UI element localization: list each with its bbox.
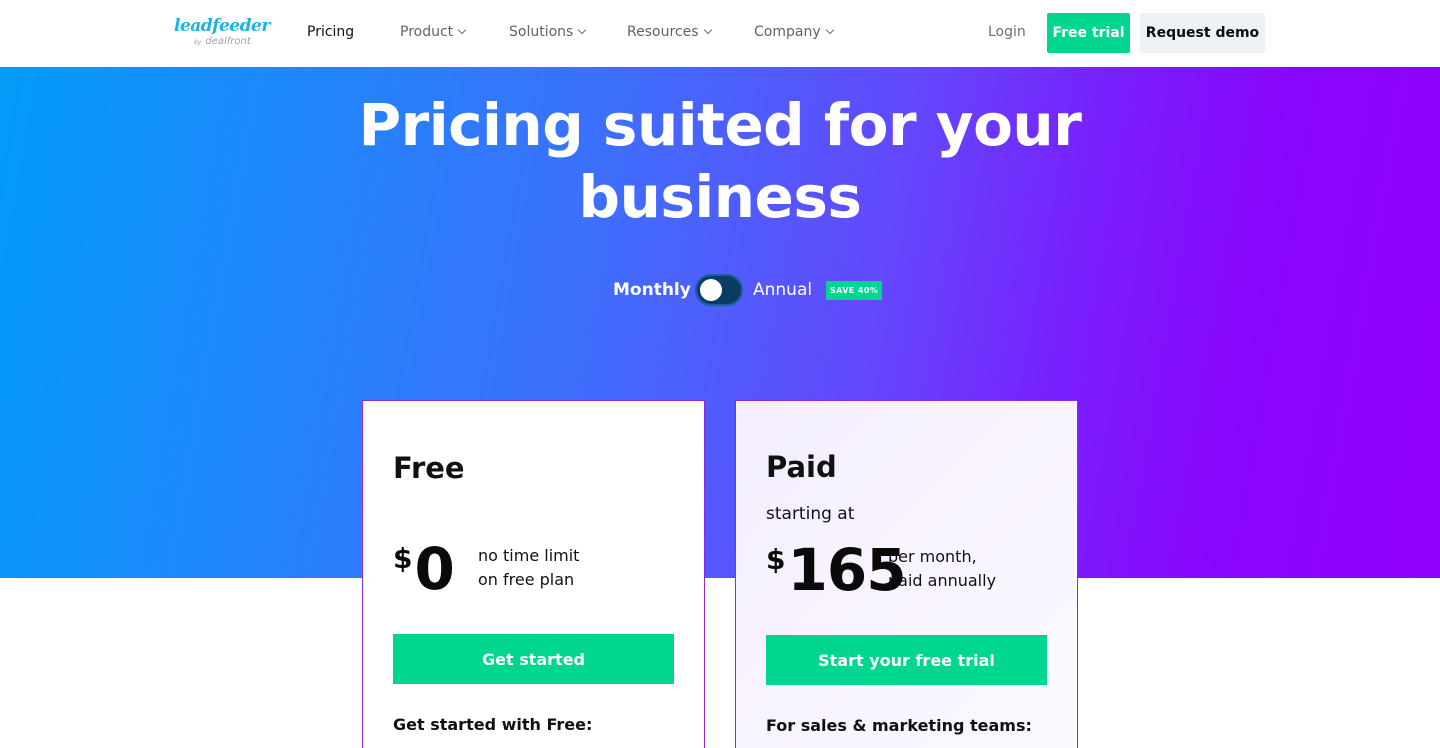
logo-wordmark: leadfeeder (174, 16, 270, 36)
nav-product[interactable]: Product (400, 24, 467, 40)
chevron-down-icon (703, 25, 712, 35)
starting-at-label: starting at (766, 504, 855, 524)
nav-pricing-label: Pricing (307, 24, 355, 40)
leadfeeder-logo[interactable]: leadfeeder by dealfront (174, 16, 276, 50)
login-link[interactable]: Login (988, 24, 1026, 40)
features-heading: Get started with Free: (393, 715, 593, 734)
page-title-line-2: business (578, 163, 862, 231)
site-header: leadfeeder by dealfront Pricing Product S… (0, 0, 1440, 67)
price-currency: $ (766, 543, 786, 576)
get-started-button[interactable]: Get started (393, 634, 674, 684)
nav-resources[interactable]: Resources (627, 24, 712, 40)
monthly-label[interactable]: Monthly (613, 280, 691, 300)
billing-period-toggle[interactable] (695, 274, 743, 306)
nav-company[interactable]: Company (754, 24, 834, 40)
toggle-knob (700, 279, 722, 301)
chevron-down-icon (457, 25, 467, 35)
nav-pricing[interactable]: Pricing (307, 24, 354, 40)
price-note-line-2: on free plan (478, 570, 575, 589)
features-heading: For sales & marketing teams: (766, 716, 1032, 735)
nav-solutions[interactable]: Solutions (509, 24, 587, 40)
billing-toggle-row: Monthly Annual SAVE 40% (613, 274, 893, 306)
chevron-down-icon (578, 25, 587, 35)
page-title-line-1: Pricing suited for your (358, 91, 1082, 159)
save-badge: SAVE 40% (826, 281, 883, 300)
pricing-hero: Pricing suited for your business Monthly… (0, 67, 1440, 578)
start-free-trial-button[interactable]: Start your free trial (766, 635, 1047, 685)
price-note: no time limit on free plan (478, 544, 579, 592)
plan-price: $ 165 (766, 541, 907, 599)
page-title: Pricing suited for your business (0, 89, 1440, 233)
logo-subtitle: by dealfront (194, 36, 251, 47)
nav-resources-label: Resources (627, 24, 699, 40)
logo-dealfront: dealfront (205, 36, 251, 47)
plan-name: Free (393, 451, 465, 485)
plan-name: Paid (766, 450, 837, 484)
price-note-line-2: paid annually (888, 571, 997, 590)
chevron-down-icon (825, 25, 834, 35)
nav-solutions-label: Solutions (509, 24, 574, 40)
nav-company-label: Company (754, 24, 821, 40)
plan-price: $ 0 (393, 535, 455, 603)
price-amount: 0 (414, 535, 454, 603)
price-note: per month, paid annually (888, 545, 996, 593)
free-trial-button[interactable]: Free trial (1047, 13, 1130, 53)
price-currency: $ (393, 542, 413, 575)
price-note-line-1: per month, (888, 547, 977, 566)
nav-product-label: Product (400, 24, 454, 40)
plan-card-free: Free $ 0 no time limit on free plan Get … (362, 400, 705, 748)
price-note-line-1: no time limit (478, 546, 580, 565)
request-demo-button[interactable]: Request demo (1140, 13, 1265, 53)
logo-by: by (194, 39, 202, 46)
plan-card-paid: Paid starting at $ 165 per month, paid a… (735, 400, 1078, 748)
annual-label[interactable]: Annual (753, 280, 812, 300)
